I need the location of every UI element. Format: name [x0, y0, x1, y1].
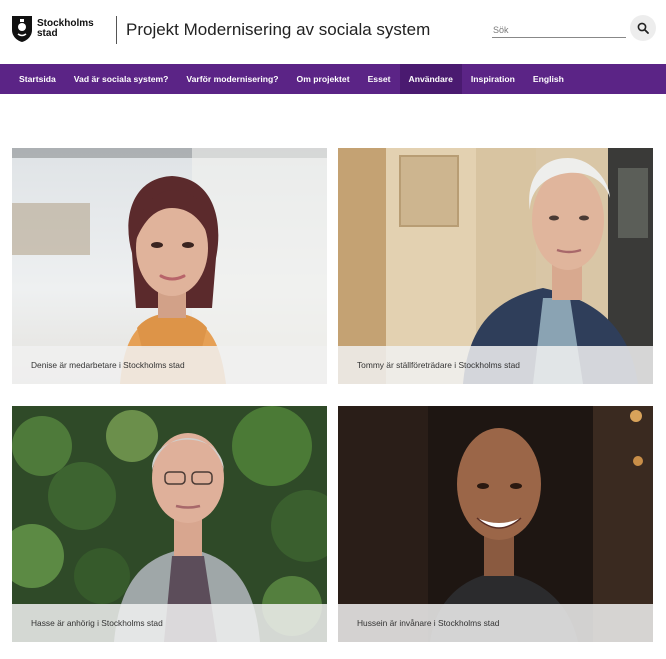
- nav-item-varfor-modernisering[interactable]: Varför modernisering?: [177, 64, 287, 94]
- stockholm-logo[interactable]: Stockholms stad: [11, 15, 94, 43]
- search-button[interactable]: [630, 15, 656, 41]
- nav-item-startsida[interactable]: Startsida: [10, 64, 65, 94]
- logo-text: Stockholms stad: [37, 19, 94, 39]
- search-input[interactable]: [492, 22, 626, 38]
- nav-item-vad-ar-sociala-system[interactable]: Vad är sociala system?: [65, 64, 178, 94]
- user-card-denise[interactable]: Denise är medarbetare i Stockholms stad: [12, 148, 327, 384]
- page-title[interactable]: Projekt Modernisering av sociala system: [126, 20, 430, 40]
- user-card-hussein[interactable]: Hussein är invånare i Stockholms stad: [338, 406, 653, 642]
- site-header: Stockholms stad Projekt Modernisering av…: [0, 0, 666, 64]
- search-icon: [637, 22, 649, 34]
- user-card-tommy[interactable]: Tommy är ställföreträdare i Stockholms s…: [338, 148, 653, 384]
- logo-line-2: stad: [37, 28, 58, 39]
- card-caption[interactable]: Tommy är ställföreträdare i Stockholms s…: [338, 346, 653, 384]
- nav-item-om-projektet[interactable]: Om projektet: [288, 64, 359, 94]
- nav-item-anvandare[interactable]: Användare: [399, 64, 462, 94]
- card-caption[interactable]: Hasse är anhörig i Stockholms stad: [12, 604, 327, 642]
- card-caption[interactable]: Denise är medarbetare i Stockholms stad: [12, 346, 327, 384]
- nav-item-english[interactable]: English: [524, 64, 573, 94]
- header-divider: [116, 16, 117, 44]
- nav-item-inspiration[interactable]: Inspiration: [462, 64, 524, 94]
- main-nav: Startsida Vad är sociala system? Varför …: [0, 64, 666, 94]
- user-card-hasse[interactable]: Hasse är anhörig i Stockholms stad: [12, 406, 327, 642]
- nav-item-esset[interactable]: Esset: [359, 64, 400, 94]
- coat-of-arms-icon: [12, 16, 32, 42]
- card-caption[interactable]: Hussein är invånare i Stockholms stad: [338, 604, 653, 642]
